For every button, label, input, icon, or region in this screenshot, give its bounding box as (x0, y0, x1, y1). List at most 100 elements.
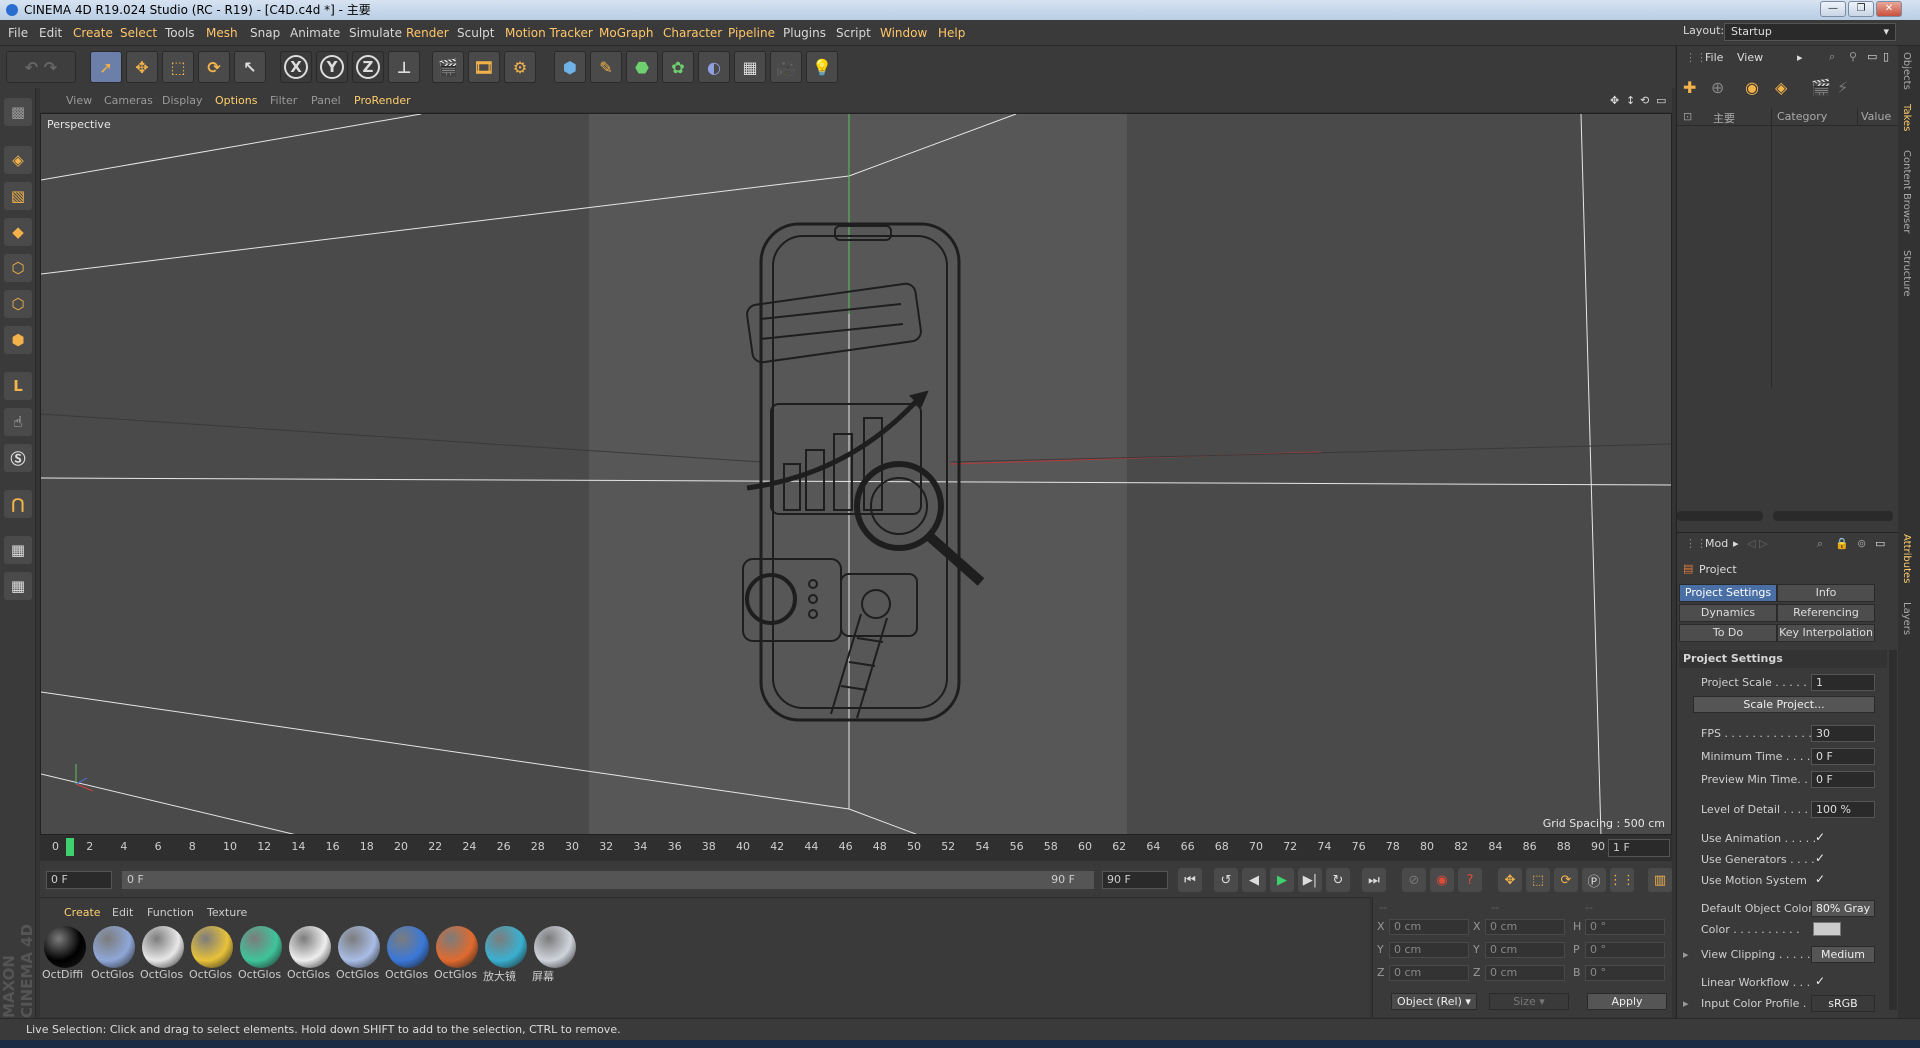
viewport-menu-prorender[interactable]: ProRender (354, 94, 411, 107)
coord-rotation-field[interactable]: 0 ° (1585, 965, 1665, 981)
menu-create[interactable]: Create (73, 26, 113, 40)
new-window-icon[interactable]: ▭ (1875, 537, 1885, 550)
axis-mode-icon[interactable]: L (4, 372, 32, 400)
material-swatch[interactable]: OctGlos (385, 926, 431, 986)
go-to-start-icon[interactable]: ⏮ (1178, 868, 1202, 892)
menu-script[interactable]: Script (836, 26, 871, 40)
previous-frame-icon[interactable]: ◀ (1242, 868, 1266, 892)
side-tab-structure[interactable]: Structure (1901, 250, 1912, 297)
menu-character[interactable]: Character (663, 26, 722, 40)
menu-simulate[interactable]: Simulate (349, 26, 402, 40)
coordinate-system-icon[interactable]: ⊥ (388, 51, 420, 83)
snap-magnet-icon[interactable]: ⋂ (4, 490, 32, 518)
viewport-menu-options[interactable]: Options (215, 94, 257, 107)
lock-icon[interactable]: 🔒 (1835, 537, 1849, 550)
horizontal-scrollbar-right[interactable] (1773, 511, 1893, 521)
timeline-ruler[interactable]: 0 2 4 6 8 10 12 14 16 18 20 22 24 26 28 30 32 34 36 38 40 42 4… (40, 835, 1672, 861)
take-add-icon[interactable]: ✚ (1683, 78, 1696, 97)
material-menu-edit[interactable]: Edit (112, 906, 133, 919)
key-rotation-icon[interactable]: ⟳ (1554, 868, 1578, 892)
material-swatch[interactable]: 放大镜 (483, 926, 529, 986)
back-arrow-icon[interactable]: ◁ ▷ (1747, 537, 1767, 550)
coord-size-select[interactable]: Size ▾ (1489, 993, 1569, 1010)
menu-file[interactable]: File (8, 26, 28, 40)
subdivision-icon[interactable]: ⬣ (626, 51, 658, 83)
keyframe-selection-icon[interactable]: ? (1458, 868, 1482, 892)
menu-animate[interactable]: Animate (290, 26, 340, 40)
timeline-layout-icon[interactable]: ▥ (1648, 868, 1672, 892)
floor-icon[interactable]: ▦ (734, 51, 766, 83)
move-icon[interactable]: ✥ (126, 51, 158, 83)
tab-info[interactable]: Info (1777, 584, 1875, 602)
menu-render[interactable]: Render (406, 26, 449, 40)
use-motion-system-checkbox[interactable]: ✓ (1815, 872, 1825, 886)
preview-min-time-field[interactable]: 0 F (1811, 771, 1875, 788)
solo-icon[interactable]: Ⓢ (4, 444, 32, 472)
scale-project-button[interactable]: Scale Project... (1693, 696, 1875, 713)
material-swatch[interactable]: OctGlos (238, 926, 284, 986)
menu-plugins[interactable]: Plugins (783, 26, 826, 40)
tab-referencing[interactable]: Referencing (1777, 604, 1875, 622)
viewport-rotate-icon[interactable]: ⟲ (1640, 94, 1649, 107)
next-frame-icon[interactable]: ▶| (1298, 868, 1322, 892)
material-menu-create[interactable]: Create (64, 906, 101, 919)
side-tab-attributes[interactable]: Attributes (1901, 534, 1912, 583)
key-parameter-icon[interactable]: Ⓟ (1582, 868, 1606, 892)
deformer-icon[interactable]: ◐ (698, 51, 730, 83)
menu-snap[interactable]: Snap (250, 26, 280, 40)
menu-window[interactable]: Window (880, 26, 927, 40)
viewport-menu-display[interactable]: Display (162, 94, 203, 107)
take-clone-icon[interactable]: ⊕ (1711, 78, 1724, 97)
menu-pipeline[interactable]: Pipeline (728, 26, 775, 40)
make-editable-icon[interactable]: ▩ (4, 98, 32, 126)
take-lock-icon[interactable]: ◈ (1775, 78, 1787, 97)
chevron-right-icon[interactable]: ▸ (1733, 537, 1739, 550)
texture-mode-icon[interactable]: ▧ (4, 182, 32, 210)
coord-rotation-field[interactable]: 0 ° (1585, 942, 1665, 958)
current-frame-field[interactable]: 1 F (1608, 839, 1670, 857)
coord-position-field[interactable]: 0 cm (1389, 919, 1469, 935)
coord-size-field[interactable]: 0 cm (1485, 965, 1565, 981)
play-icon[interactable]: ▶ (1270, 868, 1294, 892)
perspective-viewport[interactable]: Perspective Grid Spacing : 500 cm (40, 113, 1672, 835)
render-view-icon[interactable]: 🎬 (432, 51, 464, 83)
menu-motion-tracker[interactable]: Motion Tracker (505, 26, 593, 40)
points-mode-icon[interactable]: ⬡ (4, 254, 32, 282)
y-axis-lock-button[interactable]: Y (316, 51, 348, 83)
model-mode-icon[interactable]: ◈ (4, 146, 32, 174)
take-override-icon[interactable]: ◉ (1745, 78, 1759, 97)
objects-menu-file[interactable]: File (1705, 51, 1723, 64)
menu-edit[interactable]: Edit (39, 26, 62, 40)
coord-position-field[interactable]: 0 cm (1389, 965, 1469, 981)
default-object-color-select[interactable]: 80% Gray (1811, 900, 1875, 917)
color-swatch[interactable] (1813, 922, 1841, 936)
expand-icon[interactable]: ⊡ (1683, 110, 1692, 123)
use-generators-checkbox[interactable]: ✓ (1815, 851, 1825, 865)
material-swatch[interactable]: OctGlos (434, 926, 480, 986)
tweak-mode-icon[interactable]: ☝ (4, 408, 32, 436)
attributes-mode-menu[interactable]: Mod (1705, 537, 1728, 550)
coord-position-field[interactable]: 0 cm (1389, 942, 1469, 958)
coord-size-field[interactable]: 0 cm (1485, 942, 1565, 958)
take-render-icon[interactable]: 🎬 (1811, 78, 1831, 97)
live-selection-icon[interactable]: ➚ (90, 51, 122, 83)
side-tab-objects[interactable]: Objects (1901, 52, 1912, 90)
previous-key-icon[interactable]: ↺ (1214, 868, 1238, 892)
tab-to-do[interactable]: To Do (1679, 624, 1777, 642)
material-menu-function[interactable]: Function (147, 906, 194, 919)
view-clipping-select[interactable]: Medium (1811, 946, 1875, 963)
minimize-button[interactable]: — (1820, 1, 1846, 17)
menu-mograph[interactable]: MoGraph (599, 26, 654, 40)
scale-icon[interactable]: ⬚ (162, 51, 194, 83)
layout-select[interactable]: Startup ▾ (1724, 23, 1896, 41)
z-axis-lock-button[interactable]: Z (352, 51, 384, 83)
viewport-zoom-icon[interactable]: ↕ (1626, 94, 1635, 107)
link-icon[interactable]: ⚲ (1849, 50, 1857, 63)
cube-icon[interactable]: ⬢ (554, 51, 586, 83)
start-frame-field[interactable]: 0 F (46, 871, 112, 889)
close-panel-icon[interactable]: ▯ (1883, 50, 1889, 63)
use-animation-checkbox[interactable]: ✓ (1815, 830, 1825, 844)
project-scale-field[interactable]: 1 (1811, 674, 1875, 691)
tab-dynamics[interactable]: Dynamics (1679, 604, 1777, 622)
chevron-right-icon[interactable]: ▸ (1797, 51, 1803, 64)
